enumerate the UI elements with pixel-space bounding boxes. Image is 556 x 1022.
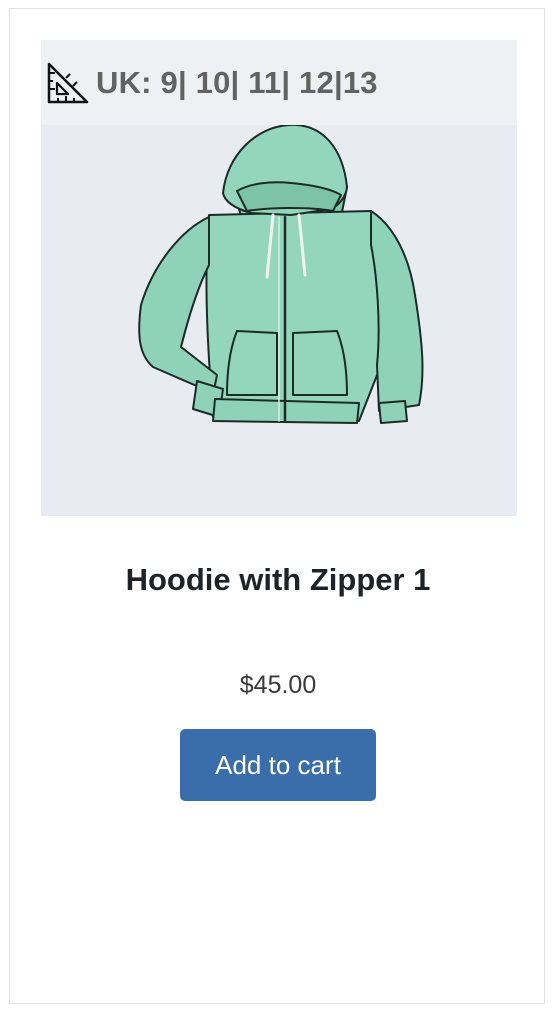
- hoodie-image[interactable]: [41, 123, 517, 516]
- product-card: UK: 9| 10| 11| 12|13 Hoodie with Zipper …: [9, 8, 545, 1004]
- add-to-cart-button[interactable]: Add to cart: [180, 729, 376, 801]
- ruler-triangle-icon: [46, 61, 90, 105]
- product-price: $45.00: [239, 671, 317, 699]
- product-media[interactable]: UK: 9| 10| 11| 12|13: [41, 40, 517, 516]
- size-label: UK: 9| 10| 11| 12|13: [96, 64, 378, 100]
- product-title[interactable]: Hoodie with Zipper 1: [10, 562, 546, 598]
- size-info-bar: UK: 9| 10| 11| 12|13: [41, 40, 517, 125]
